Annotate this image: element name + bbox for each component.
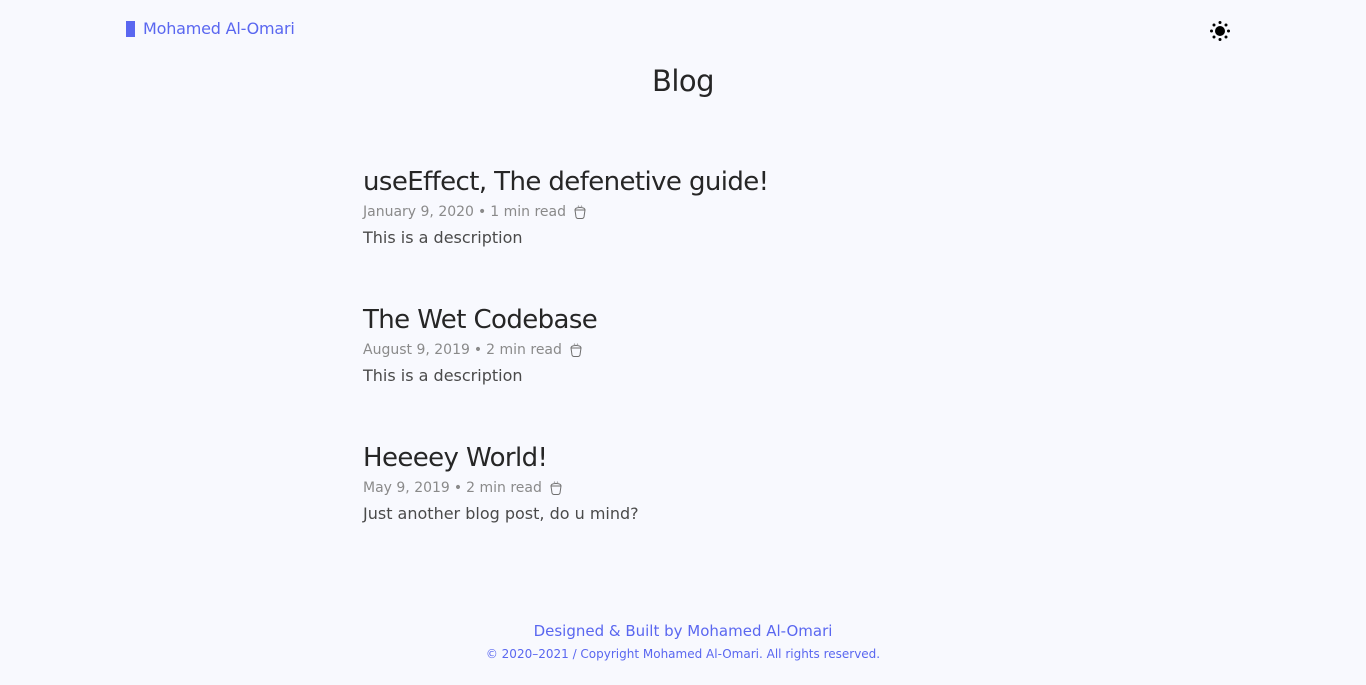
post-description: This is a description (363, 228, 523, 247)
post-read-time: 2 min read (486, 342, 562, 358)
brand-name: Mohamed Al-Omari (143, 19, 295, 38)
post-item: The Wet Codebase August 9, 2019 • 2 min … (363, 302, 1003, 440)
post-meta: May 9, 2019 • 2 min read (363, 479, 1003, 497)
post-list: useEffect, The defenetive guide! January… (363, 164, 1003, 578)
meta-separator: • (477, 204, 487, 220)
sun-icon (1210, 21, 1230, 41)
post-item: Heeeey World! May 9, 2019 • 2 min read J… (363, 440, 1003, 578)
post-date: January 9, 2020 (363, 204, 474, 220)
cup-icon (574, 205, 586, 219)
post-date: August 9, 2019 (363, 342, 470, 358)
cup-icon (550, 481, 562, 495)
post-description: Just another blog post, do u mind? (363, 504, 639, 523)
post-date: May 9, 2019 (363, 480, 450, 496)
post-item: useEffect, The defenetive guide! January… (363, 164, 1003, 302)
site-footer: Designed & Built by Mohamed Al-Omari © 2… (0, 620, 1366, 662)
page-title: Blog (651, 64, 715, 98)
meta-separator: • (453, 480, 463, 496)
brand-link[interactable]: Mohamed Al-Omari (126, 19, 295, 38)
cup-icon (570, 343, 582, 357)
post-read-time: 2 min read (466, 480, 542, 496)
post-description: This is a description (363, 366, 523, 385)
post-meta: January 9, 2020 • 1 min read (363, 203, 1003, 221)
footer-credit-link[interactable]: Designed & Built by Mohamed Al-Omari (534, 620, 833, 642)
post-meta: August 9, 2019 • 2 min read (363, 341, 1003, 359)
post-title-link[interactable]: useEffect, The defenetive guide! (363, 164, 1003, 200)
post-read-time: 1 min read (490, 204, 566, 220)
meta-separator: • (473, 342, 483, 358)
brand-mark (126, 20, 135, 37)
post-title-link[interactable]: Heeeey World! (363, 440, 1003, 476)
theme-toggle-button[interactable] (1209, 20, 1231, 42)
footer-copyright: © 2020–2021 / Copyright Mohamed Al-Omari… (485, 647, 881, 661)
site-header: Mohamed Al-Omari (0, 0, 1366, 60)
page: Mohamed Al-Omari Blog useEffect, The def… (0, 0, 1366, 685)
post-title-link[interactable]: The Wet Codebase (363, 302, 1003, 338)
